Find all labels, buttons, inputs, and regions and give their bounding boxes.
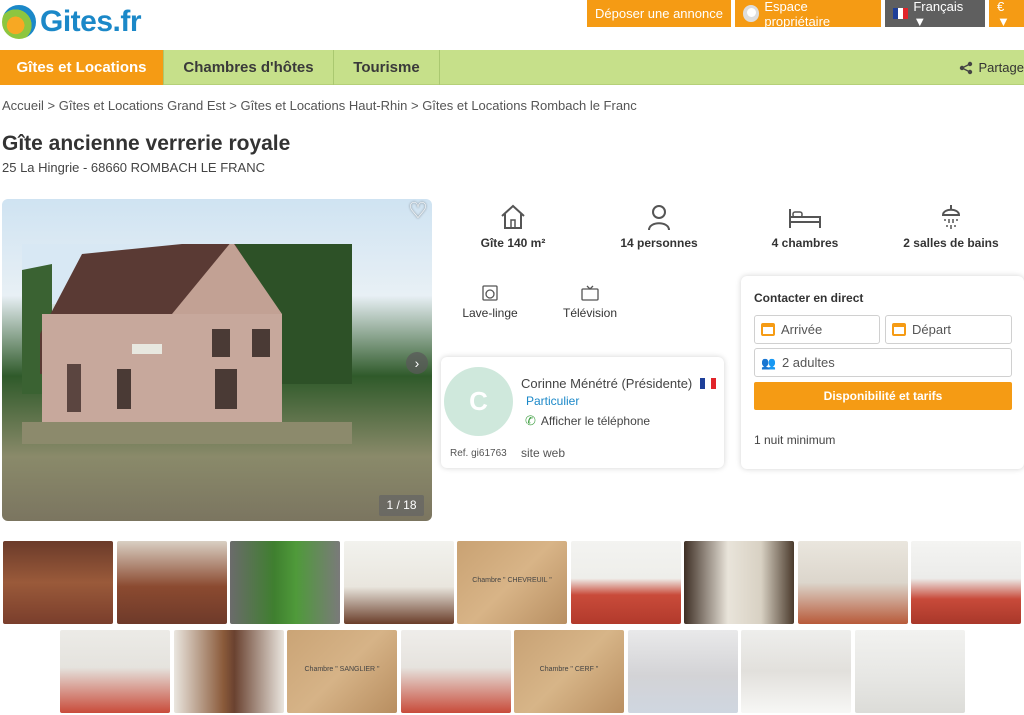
departure-date-field[interactable]: Départ — [885, 315, 1012, 344]
feature-surface: Gîte 140 m² — [468, 203, 558, 250]
listing-ref: Ref. gi61763 — [450, 448, 507, 459]
owner-space-button[interactable]: Espace propriétaire — [735, 0, 881, 29]
gallery-thumbnail[interactable] — [854, 630, 965, 713]
owner-type: Particulier — [526, 394, 580, 408]
language-select[interactable]: Français ▼ — [885, 0, 985, 29]
nav-label: Tourisme — [353, 59, 420, 76]
phone-icon: ✆ — [525, 413, 536, 428]
feature-label: 2 salles de bains — [903, 236, 999, 250]
main-photo[interactable]: ♡ › — [2, 199, 432, 521]
calendar-icon — [892, 323, 906, 336]
feature-label: 4 chambres — [771, 236, 839, 250]
gallery-thumbnail[interactable] — [60, 630, 170, 713]
share-button[interactable]: Partage — [959, 50, 1024, 85]
gallery-thumbnail[interactable] — [343, 541, 454, 624]
departure-placeholder: Départ — [912, 322, 952, 337]
feature-bathrooms: 2 salles de bains — [898, 203, 1004, 250]
owner-avatar: C — [444, 367, 513, 436]
post-ad-label: Déposer une annonce — [595, 6, 723, 21]
logo-text: Gites.fr — [40, 5, 142, 38]
house-icon — [501, 204, 525, 229]
show-phone-label: Afficher le téléphone — [540, 414, 651, 428]
french-flag-icon — [893, 8, 909, 19]
nav-gites-locations[interactable]: Gîtes et Locations — [0, 50, 164, 85]
house-photo — [22, 244, 352, 444]
amenity-washer: Lave-linge — [458, 285, 522, 320]
gallery-thumbnail[interactable] — [173, 630, 284, 713]
gallery-thumbnail[interactable]: Chambre " CHEVREUIL " — [457, 541, 567, 624]
bed-icon — [789, 209, 821, 228]
feature-label: 14 personnes — [620, 236, 698, 250]
breadcrumb[interactable]: Accueil > Gîtes et Locations Grand Est >… — [2, 98, 637, 113]
calendar-icon — [761, 323, 775, 336]
french-flag-icon — [699, 378, 716, 389]
logo[interactable]: Gites.fr — [0, 3, 142, 41]
website-link[interactable]: site web — [521, 446, 565, 460]
feature-label: Gîte 140 m² — [480, 236, 546, 250]
main-nav: Gîtes et Locations Chambres d'hôtes Tour… — [0, 50, 1024, 85]
people-icon: 👥 — [761, 355, 776, 370]
amenity-tv: Télévision — [560, 285, 620, 320]
person-icon — [648, 205, 670, 231]
nav-chambres-hotes[interactable]: Chambres d'hôtes — [164, 50, 334, 85]
thumbnail-caption: Chambre " SANGLIER " — [304, 666, 380, 673]
logo-mark-icon — [0, 3, 38, 41]
guests-select[interactable]: 👥 2 adultes — [754, 348, 1012, 377]
owner-name-text: Corinne Ménétré (Présidente) — [521, 376, 693, 391]
owner-space-label: Espace propriétaire — [764, 0, 831, 29]
contact-title: Contacter en direct — [754, 291, 864, 305]
gallery-thumbnail[interactable] — [3, 541, 113, 624]
post-ad-button[interactable]: Déposer une annonce — [587, 0, 731, 27]
thumbnail-caption: Chambre " CHEVREUIL " — [472, 577, 552, 584]
gallery-thumbnail[interactable]: Chambre " CERF " — [514, 630, 624, 713]
gallery-thumbnail[interactable] — [741, 630, 851, 713]
contact-card: Contacter en direct Arrivée Départ 👥 2 a… — [741, 276, 1024, 469]
washing-machine-icon — [482, 285, 498, 301]
gallery-thumbnail[interactable] — [797, 541, 908, 624]
user-icon — [743, 5, 760, 22]
shower-icon — [941, 205, 961, 229]
amenity-label: Lave-linge — [462, 306, 518, 320]
availability-button[interactable]: Disponibilité et tarifs — [754, 382, 1012, 410]
tv-icon — [581, 285, 599, 301]
owner-name: Corinne Ménétré (Présidente) — [521, 376, 721, 391]
gallery-thumbnail[interactable] — [230, 541, 340, 624]
feature-capacity: 14 personnes — [612, 203, 706, 250]
gallery-thumbnail[interactable] — [400, 630, 511, 713]
favorite-heart-icon[interactable]: ♡ — [406, 199, 430, 223]
listing-address: 25 La Hingrie - 68660 ROMBACH LE FRANC — [2, 160, 265, 175]
nav-label: Gîtes et Locations — [16, 59, 147, 76]
next-photo-arrow-icon[interactable]: › — [406, 352, 428, 374]
photo-counter: 1 / 18 — [379, 495, 424, 516]
gallery-thumbnail[interactable]: Chambre " SANGLIER " — [287, 630, 397, 713]
currency-label: € ▼ — [997, 0, 1010, 29]
availability-label: Disponibilité et tarifs — [823, 389, 943, 403]
page-title: Gîte ancienne verrerie royale — [2, 132, 291, 155]
language-label: Français ▼ — [913, 0, 964, 29]
guests-value: 2 adultes — [781, 355, 835, 370]
gallery-thumbnail[interactable] — [116, 541, 227, 624]
gallery-thumbnail[interactable] — [627, 630, 738, 713]
share-label: Partage — [978, 60, 1024, 75]
gallery-thumbnail[interactable] — [570, 541, 681, 624]
currency-select[interactable]: € ▼ — [989, 0, 1024, 29]
feature-bedrooms: 4 chambres — [764, 203, 846, 250]
gallery-thumbnail[interactable] — [911, 541, 1021, 624]
nav-label: Chambres d'hôtes — [183, 59, 314, 76]
gallery-thumbnail[interactable] — [684, 541, 794, 624]
top-bar: Gites.fr Déposer une annonce Espace prop… — [0, 0, 1024, 48]
thumbnail-caption: Chambre " CERF " — [539, 666, 599, 673]
amenity-label: Télévision — [562, 306, 618, 320]
owner-card: C Corinne Ménétré (Présidente) Particuli… — [441, 357, 724, 468]
nav-tourisme[interactable]: Tourisme — [334, 50, 440, 85]
arrival-placeholder: Arrivée — [781, 322, 823, 337]
share-icon — [960, 61, 973, 74]
minimum-stay: 1 nuit minimum — [754, 433, 836, 447]
show-phone-link[interactable]: ✆ Afficher le téléphone — [525, 413, 650, 429]
arrival-date-field[interactable]: Arrivée — [754, 315, 880, 344]
